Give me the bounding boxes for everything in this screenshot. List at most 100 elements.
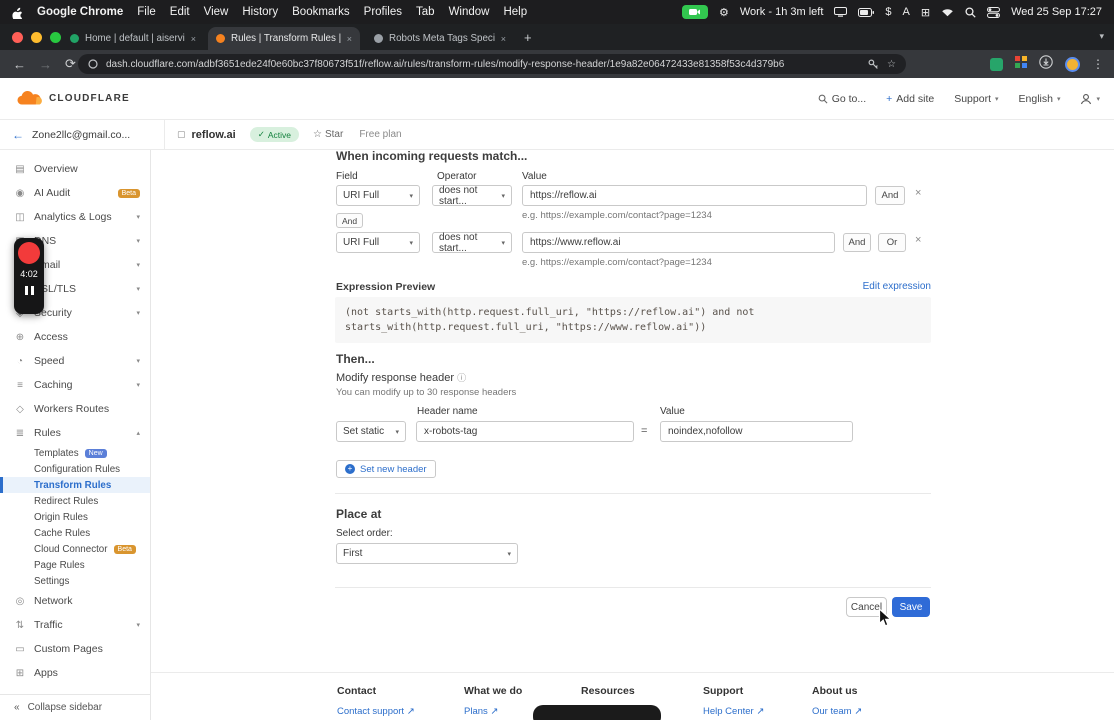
value-input-row2[interactable] <box>522 232 835 253</box>
menu-profiles[interactable]: Profiles <box>364 6 402 18</box>
gear-icon[interactable]: ⚙ <box>719 6 729 19</box>
remove-condition-row2[interactable]: × <box>915 234 921 246</box>
site-info-icon[interactable] <box>88 59 98 69</box>
field-select-row2[interactable]: URI Full ▾ <box>336 232 420 253</box>
new-tab-button[interactable]: + <box>524 30 532 45</box>
cloudflare-logo[interactable]: CLOUDFLARE <box>14 90 130 107</box>
tab-home[interactable]: Home | default | aiservice-pr... × <box>62 27 204 50</box>
dollar-icon[interactable]: $ <box>885 6 891 18</box>
info-icon[interactable]: ⓘ <box>457 373 466 383</box>
sidebar-item-templates[interactable]: Templates New <box>0 445 150 461</box>
extension-grid-icon[interactable] <box>1015 55 1027 73</box>
downloads-icon[interactable] <box>1039 54 1053 74</box>
wifi-icon[interactable] <box>941 7 954 17</box>
menubar-app-name[interactable]: Google Chrome <box>37 6 123 18</box>
footer-link[interactable]: Contact support ↗ <box>337 706 415 717</box>
sidebar-item-transform-rules[interactable]: Transform Rules <box>0 477 150 493</box>
support-menu[interactable]: Support ▾ <box>954 93 998 105</box>
close-tab-icon[interactable]: × <box>191 34 196 44</box>
set-new-header-button[interactable]: + Set new header <box>336 460 436 478</box>
extension-green-icon[interactable] <box>990 57 1003 71</box>
account-menu[interactable]: ▾ <box>1080 93 1100 105</box>
and-button-row2[interactable]: And <box>843 233 871 252</box>
menu-window[interactable]: Window <box>449 6 490 18</box>
remove-condition-row1[interactable]: × <box>915 187 921 199</box>
sidebar-item-rules[interactable]: ≣ Rules ▴ <box>0 421 150 445</box>
account-name[interactable]: Zone2llc@gmail.co... <box>32 129 142 141</box>
tab-transform-rules[interactable]: Rules | Transform Rules | Ma... × <box>208 27 360 50</box>
grid-icon[interactable]: ⊞ <box>921 6 930 19</box>
screen-record-badge[interactable] <box>681 5 708 19</box>
address-bar[interactable]: dash.cloudflare.com/adbf3651ede24f0e60bc… <box>78 54 906 74</box>
close-tab-icon[interactable]: × <box>347 34 352 44</box>
battery-icon[interactable] <box>858 7 875 17</box>
and-button-row1[interactable]: And <box>875 186 905 205</box>
menu-view[interactable]: View <box>204 6 229 18</box>
search-icon[interactable] <box>965 6 976 18</box>
focus-status[interactable]: Work - 1h 3m left <box>740 6 824 18</box>
apple-icon[interactable] <box>12 6 23 19</box>
pause-record-button[interactable] <box>24 286 34 295</box>
set-type-select[interactable]: Set static ▾ <box>336 421 406 442</box>
add-site-button[interactable]: + Add site <box>886 93 934 105</box>
stop-record-button[interactable] <box>18 242 40 264</box>
chrome-menu-icon[interactable]: ⋮ <box>1092 57 1104 71</box>
reload-button[interactable]: ⟳ <box>65 56 76 72</box>
minimize-window-button[interactable] <box>31 32 42 43</box>
menu-history[interactable]: History <box>242 6 278 18</box>
zone-name[interactable]: reflow.ai <box>192 129 236 141</box>
footer-link[interactable]: Plans ↗ <box>464 706 522 717</box>
operator-select-row1[interactable]: does not start... ▾ <box>432 185 512 207</box>
sidebar-item-speed[interactable]: ◔ Speed ▾ <box>0 349 150 373</box>
footer-link[interactable]: Our team ↗ <box>812 706 862 717</box>
goto-search[interactable]: Go to... <box>818 93 866 105</box>
sidebar-item-apps[interactable]: ⊞ Apps <box>0 661 150 685</box>
menu-bookmarks[interactable]: Bookmarks <box>292 6 350 18</box>
input-source-icon[interactable]: A <box>903 6 910 18</box>
sidebar-item-settings[interactable]: Settings <box>0 573 150 589</box>
zoom-window-button[interactable] <box>50 32 61 43</box>
sidebar-item-analytics[interactable]: ◫ Analytics & Logs ▾ <box>0 205 150 229</box>
sidebar-item-ai-audit[interactable]: ◉ AI Audit Beta <box>0 181 150 205</box>
sidebar-item-configuration-rules[interactable]: Configuration Rules <box>0 461 150 477</box>
sidebar-item-page-rules[interactable]: Page Rules <box>0 557 150 573</box>
or-button-row2[interactable]: Or <box>878 233 906 252</box>
sidebar-item-origin-rules[interactable]: Origin Rules <box>0 509 150 525</box>
back-arrow-icon[interactable]: ← <box>12 128 24 142</box>
password-key-icon[interactable] <box>868 59 879 70</box>
tab-robots-meta[interactable]: Robots Meta Tags Specificat... × <box>366 27 514 50</box>
bookmark-star-icon[interactable]: ☆ <box>887 59 896 70</box>
language-menu[interactable]: English ▾ <box>1019 93 1061 105</box>
close-window-button[interactable] <box>12 32 23 43</box>
value-input-row1[interactable] <box>522 185 867 206</box>
collapse-sidebar-button[interactable]: « Collapse sidebar <box>0 694 150 720</box>
operator-select-row2[interactable]: does not start... ▾ <box>432 232 512 254</box>
menu-file[interactable]: File <box>137 6 156 18</box>
menu-help[interactable]: Help <box>503 6 527 18</box>
field-select-row1[interactable]: URI Full ▾ <box>336 185 420 206</box>
back-button[interactable]: ← <box>13 57 26 72</box>
sidebar-item-access[interactable]: ⊕ Access <box>0 325 150 349</box>
header-name-input[interactable] <box>416 421 634 442</box>
star-zone-button[interactable]: ☆ Star <box>313 129 343 140</box>
tab-search-icon[interactable]: ▾ <box>1099 31 1104 42</box>
profile-avatar[interactable] <box>1065 56 1080 72</box>
sidebar-item-network[interactable]: ◎ Network <box>0 589 150 613</box>
menu-edit[interactable]: Edit <box>170 6 190 18</box>
header-value-input[interactable] <box>660 421 853 442</box>
sidebar-item-cloud-connector[interactable]: Cloud Connector Beta <box>0 541 150 557</box>
footer-link[interactable]: Help Center ↗ <box>703 706 764 717</box>
save-button[interactable]: Save <box>892 597 930 617</box>
close-tab-icon[interactable]: × <box>501 34 506 44</box>
forward-button[interactable]: → <box>39 57 52 72</box>
sidebar-item-custom-pages[interactable]: ▭ Custom Pages <box>0 637 150 661</box>
control-center-icon[interactable] <box>987 6 1001 18</box>
and-connector-chip[interactable]: And <box>336 213 363 228</box>
sidebar-item-redirect-rules[interactable]: Redirect Rules <box>0 493 150 509</box>
sidebar-item-overview[interactable]: ▤ Overview <box>0 157 150 181</box>
menubar-clock[interactable]: Wed 25 Sep 17:27 <box>1011 6 1102 18</box>
edit-expression-link[interactable]: Edit expression <box>863 281 931 292</box>
sidebar-item-workers-routes[interactable]: ◇ Workers Routes <box>0 397 150 421</box>
display-icon[interactable] <box>834 7 848 17</box>
menu-tab[interactable]: Tab <box>416 6 435 18</box>
